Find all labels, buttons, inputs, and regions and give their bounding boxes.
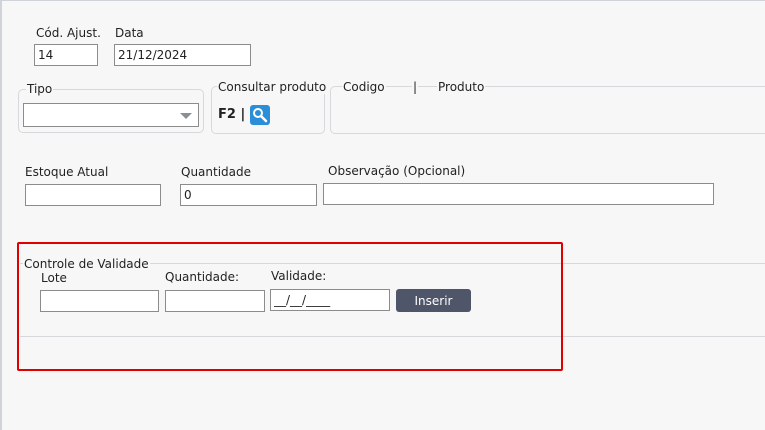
window-top-border [0,0,765,1]
inserir-button[interactable]: Inserir [396,289,471,312]
data-label: Data [115,26,144,40]
data-input[interactable] [114,44,251,66]
quantidade-input[interactable] [180,184,317,206]
codigo-produto-separator: | [412,80,419,94]
cod-ajust-input[interactable] [34,44,98,66]
cod-ajust-label: Cód. Ajust. [36,26,101,40]
observacao-input[interactable] [323,183,714,205]
validade-date-input[interactable] [270,289,390,311]
validade-label: Validade: [271,269,327,283]
estoque-atual-input[interactable] [25,184,161,206]
lote-input[interactable] [40,290,159,312]
tipo-legend: Tipo [26,82,54,96]
consultar-produto-legend: Consultar produto [217,80,328,94]
produto-header-label: Produto [437,80,486,94]
validade-bottom-line [20,336,765,337]
chevron-down-icon[interactable] [180,113,192,119]
tipo-select[interactable] [23,103,199,127]
f2-shortcut-label: F2 | [218,107,246,122]
validade-quantidade-input[interactable] [165,290,265,312]
estoque-atual-label: Estoque Atual [25,165,109,179]
search-icon[interactable] [250,105,270,125]
controle-validade-legend: Controle de Validade [23,257,150,271]
validade-quantidade-label: Quantidade: [165,270,240,284]
codigo-header-label: Codigo [342,80,386,94]
lote-label: Lote [41,271,67,285]
window-left-border [0,0,2,430]
quantidade-label: Quantidade [181,165,252,179]
produto-info-group [330,86,765,134]
observacao-label: Observação (Opcional) [328,164,466,178]
